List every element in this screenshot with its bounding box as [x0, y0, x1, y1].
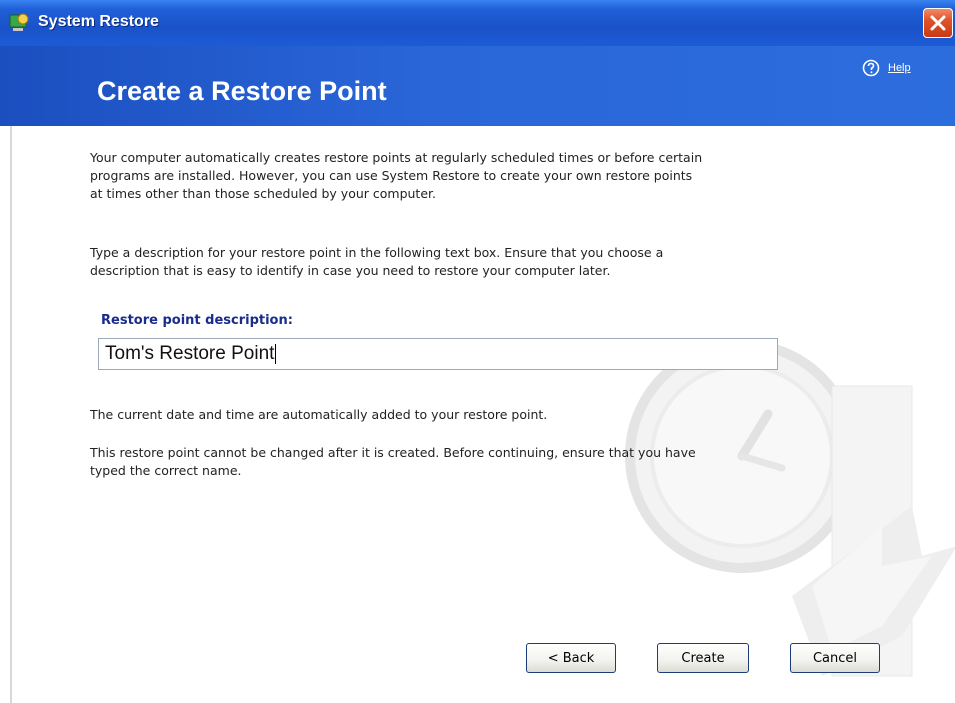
description-label: Restore point description: — [101, 313, 293, 328]
help-icon — [862, 59, 880, 77]
intro-line: at times other than those scheduled by y… — [90, 186, 436, 201]
warning-line: This restore point cannot be changed aft… — [90, 445, 696, 460]
restore-description-input[interactable]: Tom's Restore Point — [98, 338, 778, 370]
intro-line: programs are installed. However, you can… — [90, 168, 693, 183]
text-caret — [275, 343, 277, 364]
date-note: The current date and time are automatica… — [90, 407, 548, 422]
window-title: System Restore — [38, 13, 159, 30]
close-button[interactable] — [923, 8, 953, 38]
page-header: Create a Restore Point Help — [0, 46, 955, 126]
warning-line: typed the correct name. — [90, 463, 242, 478]
system-restore-icon — [9, 13, 29, 31]
warning-text: This restore point cannot be changed aft… — [90, 444, 696, 480]
create-button[interactable]: Create — [657, 643, 749, 673]
description-value: Tom's Restore Point — [105, 343, 275, 364]
help-label: Help — [888, 62, 911, 74]
instruction-line: description that is easy to identify in … — [90, 263, 611, 278]
back-button[interactable]: < Back — [526, 643, 616, 673]
page-title: Create a Restore Point — [97, 76, 387, 106]
instruction-text: Type a description for your restore poin… — [90, 244, 663, 280]
close-icon — [930, 15, 946, 31]
help-link[interactable]: Help — [862, 59, 911, 77]
instruction-line: Type a description for your restore poin… — [90, 245, 664, 260]
intro-line: Your computer automatically creates rest… — [90, 150, 703, 165]
title-bar: System Restore — [0, 0, 955, 46]
intro-text: Your computer automatically creates rest… — [90, 149, 702, 203]
content-panel: Your computer automatically creates rest… — [10, 126, 955, 703]
cancel-button[interactable]: Cancel — [790, 643, 880, 673]
